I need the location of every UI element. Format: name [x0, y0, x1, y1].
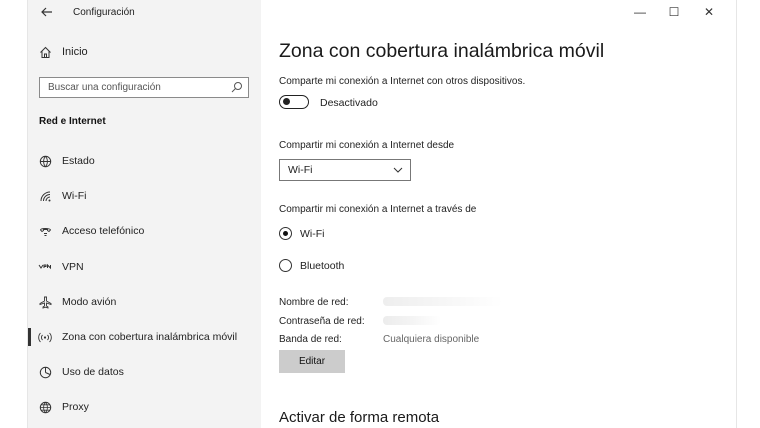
sidebar-item-label: Proxy [62, 401, 89, 413]
edit-button[interactable]: Editar [279, 350, 345, 373]
search-placeholder: Buscar una configuración [48, 82, 161, 93]
search-icon [231, 82, 242, 93]
hotspot-toggle[interactable] [279, 95, 309, 109]
radio-bluetooth[interactable]: Bluetooth [279, 259, 344, 272]
sidebar-item-wifi[interactable]: Wi-Fi [28, 184, 261, 208]
network-name-redacted [383, 297, 503, 306]
sidebar-item-vpn[interactable]: VPN [28, 255, 261, 279]
sidebar-item-uso-datos[interactable]: Uso de datos [28, 360, 261, 384]
radio-label: Wi-Fi [300, 227, 325, 240]
toggle-state-label: Desactivado [320, 97, 378, 109]
sidebar-item-estado[interactable]: Estado [28, 149, 261, 173]
settings-window: Configuración Inicio Buscar una configur… [27, 0, 737, 428]
radio-label: Bluetooth [300, 259, 345, 272]
share-from-label: Compartir mi conexión a Internet desde [279, 140, 455, 151]
globe-icon [38, 400, 52, 414]
maximize-button[interactable]: ☐ [657, 2, 691, 22]
dial-up-phone-icon [38, 224, 52, 238]
page-title: Zona con cobertura inalámbrica móvil [279, 40, 605, 62]
sidebar-item-acceso-telefonico[interactable]: Acceso telefónico [28, 219, 261, 243]
sidebar-item-label: Zona con cobertura inalámbrica móvil [62, 331, 238, 343]
radio-wifi[interactable]: Wi-Fi [279, 227, 325, 240]
chevron-down-icon [393, 167, 403, 173]
sidebar-item-label: Modo avión [62, 296, 117, 308]
home-icon [38, 45, 52, 59]
sidebar-item-label: Estado [62, 155, 95, 167]
main-content: — ☐ ✕ Zona con cobertura inalámbrica móv… [261, 0, 736, 428]
sidebar-item-zona-cobertura[interactable]: Zona con cobertura inalámbrica móvil [28, 325, 261, 349]
home-label: Inicio [62, 46, 88, 58]
back-button[interactable] [36, 2, 58, 22]
app-title: Configuración [73, 7, 135, 18]
share-from-select[interactable]: Wi-Fi [279, 159, 411, 181]
network-name-label: Nombre de red: [279, 297, 349, 308]
remote-activation-heading: Activar de forma remota [279, 409, 440, 426]
maximize-icon: ☐ [668, 5, 680, 19]
globe-network-icon [38, 154, 52, 168]
network-band-label: Banda de red: [279, 334, 342, 345]
minimize-button[interactable]: — [623, 2, 657, 22]
active-indicator [28, 328, 31, 346]
share-from-value: Wi-Fi [288, 164, 313, 176]
sidebar-item-label: VPN [62, 261, 84, 273]
sidebar-item-label: Wi-Fi [62, 190, 87, 202]
search-input[interactable]: Buscar una configuración [39, 77, 249, 98]
mobile-hotspot-icon [38, 330, 52, 344]
wifi-icon [38, 189, 52, 203]
sidebar: Configuración Inicio Buscar una configur… [28, 0, 261, 428]
radio-button-checked[interactable] [279, 227, 292, 240]
airplane-icon [38, 295, 52, 309]
back-arrow-icon [41, 7, 52, 17]
edit-button-label: Editar [298, 356, 326, 367]
section-title: Red e Internet [39, 116, 106, 127]
share-description: Comparte mi conexión a Internet con otro… [279, 76, 526, 87]
sidebar-item-label: Uso de datos [62, 366, 124, 378]
minimize-icon: — [634, 5, 646, 19]
network-password-redacted [383, 316, 441, 325]
network-band-value: Cualquiera disponible [383, 334, 480, 345]
network-password-label: Contraseña de red: [279, 316, 365, 327]
radio-button-unchecked[interactable] [279, 259, 292, 272]
vpn-icon [38, 260, 52, 274]
sidebar-item-label: Acceso telefónico [62, 225, 145, 237]
home-nav-item[interactable]: Inicio [38, 45, 88, 59]
close-button[interactable]: ✕ [692, 2, 726, 22]
data-usage-icon [38, 365, 52, 379]
sidebar-item-proxy[interactable]: Proxy [28, 395, 261, 419]
toggle-knob [283, 98, 290, 105]
close-icon: ✕ [703, 5, 715, 19]
share-over-label: Compartir mi conexión a Internet a travé… [279, 204, 477, 215]
sidebar-item-modo-avion[interactable]: Modo avión [28, 290, 261, 314]
